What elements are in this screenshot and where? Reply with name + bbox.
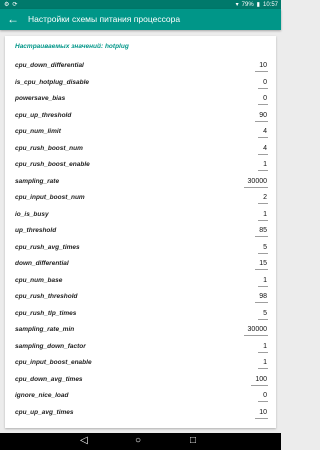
param-row[interactable]: io_is_busy 1: [5, 207, 276, 224]
param-value-field[interactable]: 98: [255, 292, 268, 303]
param-row[interactable]: cpu_input_boost_enable 1: [5, 355, 276, 372]
param-row[interactable]: cpu_down_avg_times 100: [5, 372, 276, 389]
param-name: cpu_up_threshold: [15, 111, 72, 119]
param-name: sampling_rate_min: [15, 326, 75, 333]
param-name: down_differential: [15, 260, 69, 267]
navigation-bar: ◁ ○ □: [0, 433, 281, 450]
clock: 10:57: [262, 1, 278, 8]
param-name: is_cpu_hotplug_disable: [15, 78, 90, 86]
param-name: cpu_input_boost_enable: [15, 359, 92, 366]
param-value-field[interactable]: 4: [258, 127, 268, 138]
param-name: cpu_rush_threshold: [15, 293, 78, 300]
param-value-field[interactable]: 0: [258, 78, 268, 89]
param-name: cpu_rush_avg_times: [15, 243, 80, 251]
param-name: cpu_rush_boost_enable: [15, 161, 90, 168]
param-value-field[interactable]: 1: [258, 210, 268, 221]
param-row[interactable]: cpu_num_limit 4: [5, 124, 276, 141]
param-row[interactable]: cpu_rush_boost_num 4: [5, 141, 276, 158]
param-name: ignore_nice_load: [15, 392, 69, 399]
param-row[interactable]: ignore_nice_load 0: [5, 388, 276, 405]
param-row[interactable]: cpu_down_differential 10: [5, 58, 276, 75]
app-bar: ← Настройки схемы питания процессора: [0, 9, 281, 30]
param-row[interactable]: sampling_down_factor 1: [5, 339, 276, 356]
param-value-field[interactable]: 4: [258, 144, 268, 155]
param-value-field[interactable]: 5: [258, 243, 268, 254]
param-row[interactable]: cpu_rush_boost_enable 1: [5, 157, 276, 174]
param-value-field[interactable]: 100: [251, 375, 268, 386]
param-name: up_threshold: [15, 227, 57, 234]
param-value-field[interactable]: 15: [255, 259, 268, 270]
param-row[interactable]: sampling_rate 30000: [5, 174, 276, 191]
nav-recents-icon[interactable]: □: [190, 435, 196, 447]
param-value-field[interactable]: 1: [258, 358, 268, 369]
param-name: cpu_input_boost_num: [15, 194, 85, 201]
param-row[interactable]: up_threshold 85: [5, 223, 276, 240]
back-arrow-icon[interactable]: ←: [7, 12, 19, 26]
wifi-icon: ▾: [235, 2, 239, 8]
nav-home-icon[interactable]: ○: [135, 435, 141, 447]
param-row[interactable]: cpu_num_base 1: [5, 273, 276, 290]
param-value-field[interactable]: 1: [258, 276, 268, 287]
param-name: sampling_down_factor: [15, 342, 86, 350]
param-value-field[interactable]: 85: [255, 226, 268, 237]
status-bar: ⚙ ⟳ ▾ 79% ▮ 10:57: [0, 0, 281, 9]
param-value-field[interactable]: 30000: [243, 325, 268, 336]
param-row[interactable]: down_differential 15: [5, 256, 276, 273]
param-name: cpu_down_differential: [15, 62, 84, 69]
param-name: cpu_rush_boost_num: [15, 144, 83, 152]
section-header: Настраиваемых значений: hotplug: [15, 43, 129, 50]
param-name: powersave_bias: [15, 95, 66, 102]
param-value-field[interactable]: 0: [258, 391, 268, 402]
param-value-field[interactable]: 5: [258, 309, 268, 320]
param-row[interactable]: powersave_bias 0: [5, 91, 276, 108]
param-value-field[interactable]: 10: [255, 61, 268, 72]
param-value-field[interactable]: 1: [258, 342, 268, 353]
param-row[interactable]: sampling_rate_min 30000: [5, 322, 276, 339]
param-value-field[interactable]: 10: [255, 408, 268, 419]
page-title: Настройки схемы питания процессора: [28, 14, 181, 24]
param-name: cpu_num_base: [15, 276, 63, 284]
settings-card: Настраиваемых значений: hotplug cpu_down…: [5, 36, 276, 428]
param-name: cpu_num_limit: [15, 128, 61, 135]
param-value-field[interactable]: 1: [258, 160, 268, 171]
param-row[interactable]: cpu_rush_threshold 98: [5, 289, 276, 306]
param-name: cpu_down_avg_times: [15, 375, 83, 383]
param-row[interactable]: cpu_rush_tlp_times 5: [5, 306, 276, 323]
param-row[interactable]: cpu_up_threshold 90: [5, 108, 276, 125]
gear-icon: ⚙: [4, 2, 10, 8]
param-value-field[interactable]: 30000: [243, 177, 268, 188]
param-row[interactable]: cpu_input_boost_num 2: [5, 190, 276, 207]
sync-icon: ⟳: [12, 2, 18, 8]
battery-icon: ▮: [256, 2, 260, 8]
status-right: ▾ 79% ▮ 10:57: [235, 1, 278, 9]
param-row[interactable]: cpu_up_avg_times 10: [5, 405, 276, 422]
battery-percent: 79%: [241, 1, 254, 8]
nav-back-icon[interactable]: ◁: [80, 435, 88, 447]
param-value-field[interactable]: 0: [258, 94, 268, 105]
param-value-field[interactable]: 90: [255, 111, 268, 122]
param-name: sampling_rate: [15, 177, 60, 185]
param-name: io_is_busy: [15, 210, 49, 218]
param-row[interactable]: is_cpu_hotplug_disable 0: [5, 75, 276, 92]
param-name: cpu_rush_tlp_times: [15, 309, 77, 317]
status-left-icons: ⚙ ⟳: [4, 1, 17, 8]
param-value-field[interactable]: 2: [258, 193, 268, 204]
param-row[interactable]: cpu_rush_avg_times 5: [5, 240, 276, 257]
param-name: cpu_up_avg_times: [15, 408, 74, 416]
